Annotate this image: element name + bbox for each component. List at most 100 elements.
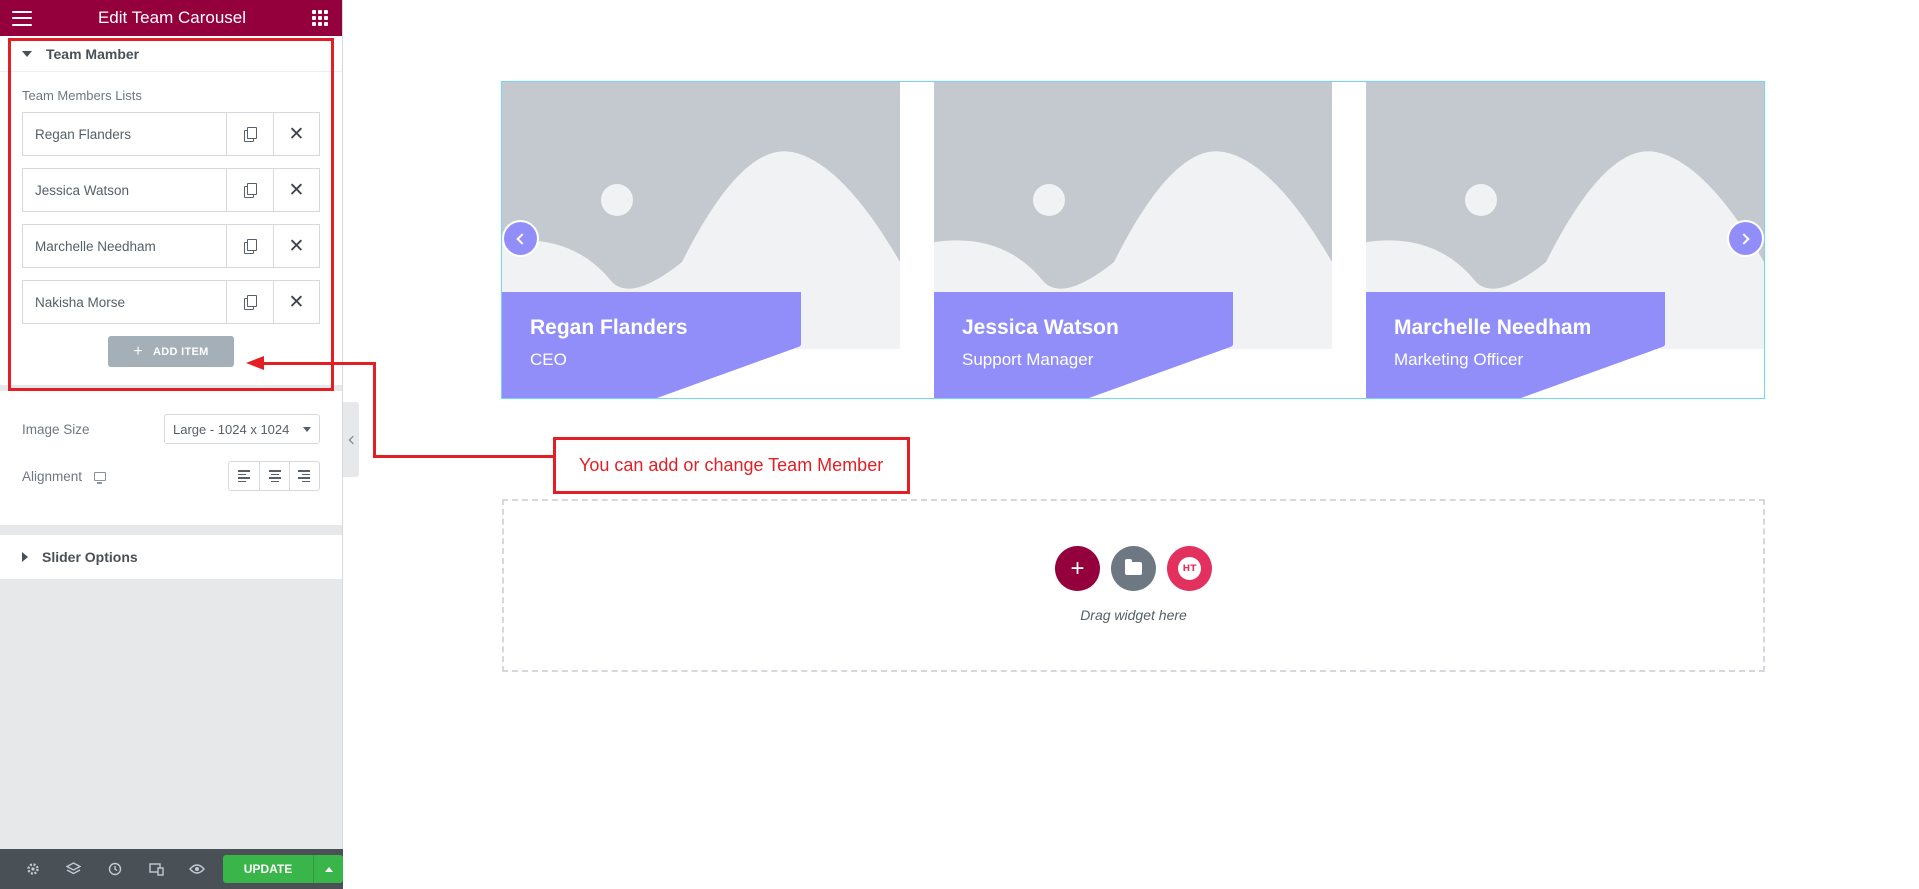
alignment-label: Alignment <box>22 468 83 484</box>
annotation-arrow-line <box>262 362 376 365</box>
repeater-item-title[interactable]: Regan Flanders <box>23 113 227 155</box>
carousel-next-button[interactable] <box>1729 222 1762 255</box>
annotation-callout: You can add or change Team Member <box>553 437 910 494</box>
chevron-down-icon <box>303 426 311 432</box>
remove-item-button[interactable]: ✕ <box>273 281 319 323</box>
carousel-prev-button[interactable] <box>504 222 537 255</box>
annotation-arrow-head <box>246 356 264 370</box>
image-size-select[interactable]: Large - 1024 x 1024 <box>164 414 320 444</box>
member-role: Marketing Officer <box>1394 350 1524 369</box>
repeater-item: Nakisha Morse ✕ <box>22 280 320 324</box>
team-members-list-label: Team Members Lists <box>22 88 142 103</box>
update-button[interactable]: UPDATE <box>223 855 314 883</box>
align-right-button[interactable] <box>289 462 319 490</box>
annotation-arrow-line <box>373 455 553 458</box>
remove-item-button[interactable]: ✕ <box>273 113 319 155</box>
ht-templates-button[interactable]: HT <box>1167 546 1212 591</box>
add-template-button[interactable] <box>1111 546 1156 591</box>
responsive-icon[interactable] <box>136 849 177 889</box>
member-name: Marchelle Needham <box>1394 316 1592 339</box>
duplicate-item-button[interactable] <box>227 169 273 211</box>
copy-icon <box>244 239 257 254</box>
team-member-section: Team Mamber Team Members Lists Regan Fla… <box>0 36 342 385</box>
dropzone-buttons: + HT <box>1055 546 1212 591</box>
team-carousel: Regan Flanders CEO Jessica Watson Suppor… <box>501 81 1765 399</box>
duplicate-item-button[interactable] <box>227 281 273 323</box>
chevron-left-icon <box>348 435 357 444</box>
slide-caption: Regan Flanders CEO <box>502 292 801 398</box>
add-section-button[interactable]: + <box>1055 546 1100 591</box>
repeater-item: Jessica Watson ✕ <box>22 168 320 212</box>
close-icon: ✕ <box>288 235 305 257</box>
slider-options-toggle[interactable]: Slider Options <box>0 535 342 579</box>
folder-icon <box>1125 559 1142 575</box>
panel-title: Edit Team Carousel <box>97 8 247 27</box>
duplicate-item-button[interactable] <box>227 225 273 267</box>
close-icon: ✕ <box>288 179 305 201</box>
editor-panel: Edit Team Carousel Team Mamber Team Memb… <box>0 0 344 889</box>
repeater-item-title[interactable]: Marchelle Needham <box>23 225 227 267</box>
update-options-button[interactable] <box>313 855 344 883</box>
carousel-slide[interactable]: Marchelle Needham Marketing Officer <box>1366 82 1764 398</box>
image-size-value: Large - 1024 x 1024 <box>173 421 290 437</box>
editor-app: Edit Team Carousel Team Mamber Team Memb… <box>0 0 1919 889</box>
team-member-section-toggle[interactable]: Team Mamber <box>0 36 342 72</box>
plus-icon: + <box>133 342 144 360</box>
widgets-grid-icon[interactable] <box>311 10 328 26</box>
repeater-item-title[interactable]: Jessica Watson <box>23 169 227 211</box>
panel-footer: UPDATE <box>0 849 344 889</box>
add-item-button[interactable]: + ADD ITEM <box>108 336 234 367</box>
team-member-body: Team Members Lists Regan Flanders ✕ Jess… <box>0 72 342 385</box>
copy-icon <box>244 183 257 198</box>
layers-icon[interactable] <box>53 849 94 889</box>
panel-header: Edit Team Carousel <box>0 0 342 36</box>
image-size-control: Image Size Large - 1024 x 1024 <box>22 413 320 445</box>
carousel-slide[interactable]: Regan Flanders CEO <box>502 82 900 398</box>
image-size-label: Image Size <box>22 421 90 437</box>
align-center-button[interactable] <box>259 462 289 490</box>
widget-dropzone[interactable]: + HT Drag widget here <box>502 499 1765 672</box>
image-settings: Image Size Large - 1024 x 1024 Alignment <box>0 391 342 525</box>
member-name: Regan Flanders <box>530 316 688 339</box>
close-icon: ✕ <box>288 291 305 313</box>
ht-logo-icon: HT <box>1178 557 1201 580</box>
gear-icon[interactable] <box>12 849 53 889</box>
slider-options-title: Slider Options <box>42 549 138 565</box>
remove-item-button[interactable]: ✕ <box>273 225 319 267</box>
copy-icon <box>244 127 257 142</box>
history-icon[interactable] <box>94 849 135 889</box>
hamburger-menu-icon[interactable] <box>12 10 32 26</box>
caret-right-icon <box>22 552 28 562</box>
alignment-label-wrap: Alignment <box>22 468 107 484</box>
remove-item-button[interactable]: ✕ <box>273 169 319 211</box>
eye-icon[interactable] <box>177 849 218 889</box>
member-role: CEO <box>530 350 567 369</box>
chevron-left-icon <box>516 232 528 245</box>
slide-caption: Jessica Watson Support Manager <box>934 292 1233 398</box>
slider-options-section: Slider Options <box>0 535 342 579</box>
duplicate-item-button[interactable] <box>227 113 273 155</box>
desktop-icon[interactable] <box>94 471 107 484</box>
member-name: Jessica Watson <box>962 316 1119 339</box>
member-role: Support Manager <box>962 350 1094 369</box>
caret-down-icon <box>22 50 32 57</box>
update-button-group: UPDATE <box>223 855 344 883</box>
repeater-item: Marchelle Needham ✕ <box>22 224 320 268</box>
chevron-right-icon <box>1738 232 1750 245</box>
caret-up-icon <box>324 866 333 872</box>
carousel-slide[interactable]: Jessica Watson Support Manager <box>934 82 1332 398</box>
collapse-panel-button[interactable] <box>343 402 359 477</box>
repeater-item: Regan Flanders ✕ <box>22 112 320 156</box>
slide-caption: Marchelle Needham Marketing Officer <box>1366 292 1665 398</box>
dropzone-text: Drag widget here <box>1080 607 1187 623</box>
add-item-label: ADD ITEM <box>153 345 209 358</box>
copy-icon <box>244 295 257 310</box>
close-icon: ✕ <box>288 123 305 145</box>
alignment-control: Alignment <box>22 460 320 492</box>
team-member-section-title: Team Mamber <box>46 45 140 62</box>
repeater-item-title[interactable]: Nakisha Morse <box>23 281 227 323</box>
alignment-choices <box>228 461 320 491</box>
annotation-arrow-line <box>373 362 376 458</box>
plus-icon: + <box>1070 554 1085 582</box>
align-left-button[interactable] <box>229 462 259 490</box>
